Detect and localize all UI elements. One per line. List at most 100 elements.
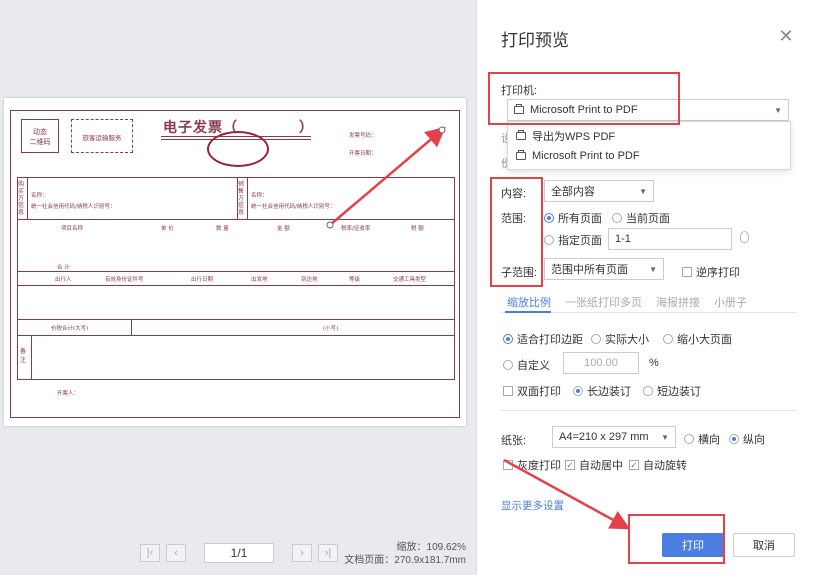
party-block bbox=[17, 177, 455, 220]
zoom-label: 缩放：109.62% bbox=[396, 542, 466, 553]
chevron-down-icon: ▼ bbox=[661, 433, 669, 442]
remarks-divider bbox=[31, 335, 32, 379]
scale-fit-radio[interactable]: 适合打印边距 bbox=[503, 331, 583, 347]
scale-custom-radio[interactable]: 自定义 bbox=[503, 357, 550, 373]
dialog-title: 打印预览 bbox=[501, 31, 569, 50]
invoice-frame: 动态 二维码 旅客运输服务 电子发票（ ） 发票号码： 开票日期： 购买方信息 … bbox=[10, 110, 460, 418]
subrange-select[interactable]: 范围中所有页面 ▼ bbox=[544, 258, 664, 280]
remarks-label: 备注 bbox=[20, 348, 27, 364]
portrait-radio[interactable]: 纵向 bbox=[729, 431, 765, 447]
layout-tabs: 缩放比例 一张纸打印多页 海报拼接 小册子 bbox=[507, 294, 747, 310]
next-page-button[interactable]: › bbox=[292, 544, 312, 562]
seller-side-label: 销售方信息 bbox=[238, 181, 245, 216]
annotation-print-box bbox=[628, 514, 725, 564]
rotate-checkbox[interactable]: ✓ 自动旋转 bbox=[629, 457, 687, 473]
content-select[interactable]: 全部内容 ▼ bbox=[544, 180, 654, 202]
scale-actual-radio[interactable]: 实际大小 bbox=[591, 331, 649, 347]
center-checkbox[interactable]: ✓ 自动居中 bbox=[565, 457, 623, 473]
tab-booklet[interactable]: 小册子 bbox=[714, 294, 747, 310]
invoice-title-close: ） bbox=[299, 120, 313, 136]
close-icon[interactable]: ✕ bbox=[777, 26, 795, 47]
subrange-value: 范围中所有页面 bbox=[551, 264, 628, 276]
rotate-label: 自动旋转 bbox=[643, 460, 687, 472]
date-label: 开票日期： bbox=[349, 151, 377, 157]
col-tax: 税 额 bbox=[411, 226, 424, 232]
checkbox-icon bbox=[503, 386, 513, 396]
paper-label: 纸张: bbox=[501, 435, 527, 447]
seal-stamp bbox=[207, 131, 269, 167]
duplex-short-radio[interactable]: 短边装订 bbox=[643, 383, 701, 399]
landscape-radio[interactable]: 横向 bbox=[684, 431, 720, 447]
doc-size-label: 文档页面：270.9x181.7mm bbox=[344, 555, 466, 566]
annotation-printer-box bbox=[488, 72, 680, 125]
range-input[interactable]: 1-1 bbox=[608, 228, 732, 250]
paper-select[interactable]: A4=210 x 297 mm ▼ bbox=[552, 426, 676, 448]
frame-right bbox=[454, 177, 455, 379]
section-divider bbox=[501, 410, 797, 411]
duplex-long-label: 长边装订 bbox=[587, 386, 631, 398]
bulb-icon bbox=[740, 231, 749, 243]
scale-custom-label: 自定义 bbox=[517, 360, 550, 372]
landscape-label: 横向 bbox=[698, 434, 720, 446]
total-tax-label: 价税合计(大写) bbox=[51, 326, 89, 332]
last-page-button[interactable]: ›| bbox=[318, 544, 338, 562]
invoice-page: 动态 二维码 旅客运输服务 电子发票（ ） 发票号码： 开票日期： 购买方信息 … bbox=[4, 98, 466, 426]
range-all-radio[interactable]: 所有页面 bbox=[544, 210, 602, 226]
radio-icon bbox=[612, 213, 622, 223]
buyer-id: 统一社会信用代码/纳税人识别号： bbox=[31, 204, 116, 210]
invoice-no-label: 发票号码： bbox=[349, 133, 377, 139]
frame-left bbox=[17, 177, 18, 379]
checkbox-checked-icon: ✓ bbox=[565, 460, 575, 470]
prev-page-button[interactable]: ‹ bbox=[166, 544, 186, 562]
service-type-label: 旅客运输服务 bbox=[82, 134, 122, 142]
print-preview-window: 动态 二维码 旅客运输服务 电子发票（ ） 发票号码： 开票日期： 购买方信息 … bbox=[0, 0, 825, 575]
chevron-down-icon: ▼ bbox=[639, 187, 647, 196]
scale-custom-input[interactable]: 100.00 bbox=[563, 352, 639, 374]
traveler-top-line bbox=[17, 271, 455, 272]
traveler-bottom-line bbox=[17, 285, 455, 286]
duplex-label: 双面打印 bbox=[517, 386, 561, 398]
radio-icon bbox=[573, 386, 583, 396]
first-page-button[interactable]: |‹ bbox=[140, 544, 160, 562]
traveler-col-2: 有效身份证件号 bbox=[105, 277, 144, 283]
scale-actual-label: 实际大小 bbox=[605, 334, 649, 346]
duplex-short-label: 短边装订 bbox=[657, 386, 701, 398]
cancel-button[interactable]: 取消 bbox=[733, 533, 795, 557]
radio-icon bbox=[503, 334, 513, 344]
content-value: 全部内容 bbox=[551, 186, 595, 198]
printer-icon bbox=[516, 150, 526, 160]
tab-multi-page[interactable]: 一张纸打印多页 bbox=[565, 294, 642, 310]
duplex-long-radio[interactable]: 长边装订 bbox=[573, 383, 631, 399]
range-current-label: 当前页面 bbox=[626, 213, 670, 225]
buyer-side-label: 购买方信息 bbox=[18, 181, 25, 216]
radio-icon bbox=[591, 334, 601, 344]
checkbox-icon bbox=[503, 460, 513, 470]
gray-checkbox[interactable]: 灰度打印 bbox=[503, 457, 561, 473]
reverse-checkbox[interactable]: 逆序打印 bbox=[682, 264, 740, 280]
traveler-col-4: 出发地 bbox=[251, 277, 268, 283]
buyer-name: 名称： bbox=[31, 193, 48, 199]
chevron-down-icon: ▼ bbox=[774, 106, 782, 115]
scale-shrink-radio[interactable]: 缩小大页面 bbox=[663, 331, 732, 347]
seller-id: 统一社会信用代码/纳税人识别号： bbox=[251, 204, 336, 210]
traveler-col-5: 到达地 bbox=[301, 277, 318, 283]
page-navigator: |‹ ‹ 1/1 › ›| bbox=[140, 543, 338, 563]
range-specified-radio[interactable]: 指定页面 bbox=[544, 232, 602, 248]
printer-option-ms[interactable]: Microsoft Print to PDF bbox=[516, 150, 640, 162]
printer-icon bbox=[516, 130, 526, 140]
dynamic-qr-label: 动态 二维码 bbox=[29, 128, 51, 146]
range-specified-label: 指定页面 bbox=[558, 235, 602, 247]
tab-poster[interactable]: 海报拼接 bbox=[656, 294, 700, 310]
party-divider-left bbox=[27, 177, 28, 219]
center-label: 自动居中 bbox=[579, 460, 623, 472]
duplex-checkbox[interactable]: 双面打印 bbox=[503, 383, 561, 399]
tab-scale[interactable]: 缩放比例 bbox=[507, 294, 551, 310]
scale-shrink-label: 缩小大页面 bbox=[677, 334, 732, 346]
reverse-label: 逆序打印 bbox=[696, 267, 740, 279]
range-current-radio[interactable]: 当前页面 bbox=[612, 210, 670, 226]
printer-option-wps[interactable]: 导出为WPS PDF bbox=[516, 128, 615, 144]
printer-dropdown: 导出为WPS PDF Microsoft Print to PDF bbox=[507, 121, 791, 170]
more-settings-link[interactable]: 显示更多设置 bbox=[501, 498, 564, 513]
radio-icon bbox=[663, 334, 673, 344]
page-indicator[interactable]: 1/1 bbox=[204, 543, 274, 563]
